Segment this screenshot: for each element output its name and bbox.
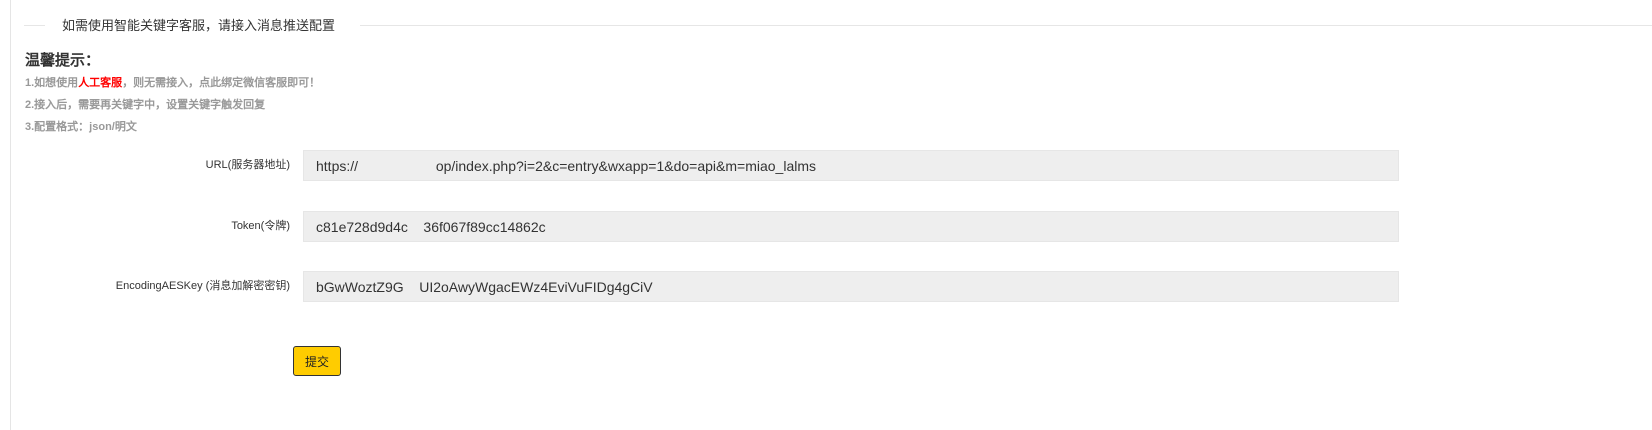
tip-line-3: 3.配置格式：json/明文 bbox=[25, 121, 137, 133]
url-label: URL(服务器地址) bbox=[205, 159, 290, 171]
legend-line-left bbox=[24, 25, 45, 26]
tip-line-2: 2.接入后，需要再关键字中，设置关键字触发回复 bbox=[25, 99, 266, 111]
left-border bbox=[10, 0, 11, 430]
legend-line-right bbox=[360, 25, 1652, 26]
tip-manual-service-highlight: 人工客服 bbox=[78, 77, 123, 89]
token-label: Token(令牌) bbox=[231, 220, 290, 232]
tip-line-1: 1.如想使用人工客服，则无需接入，点此绑定微信客服即可！ bbox=[25, 76, 320, 90]
url-input[interactable] bbox=[303, 150, 1399, 181]
submit-button[interactable]: 提交 bbox=[293, 346, 341, 376]
aeskey-input[interactable] bbox=[303, 271, 1399, 302]
tip-line-1-suffix[interactable]: ，则无需接入，点此绑定微信客服即可！ bbox=[122, 77, 320, 89]
section-legend-text: 如需使用智能关键字客服，请接入消息推送配置 bbox=[62, 18, 336, 33]
aeskey-label: EncodingAESKey (消息加解密密钥) bbox=[115, 280, 290, 292]
message-push-config-page: 如需使用智能关键字客服，请接入消息推送配置 温馨提示： 1.如想使用人工客服，则… bbox=[0, 0, 1652, 430]
tip-line-1-prefix: 1.如想使用 bbox=[25, 77, 79, 89]
token-input[interactable] bbox=[303, 211, 1399, 242]
tips-title: 温馨提示： bbox=[25, 52, 101, 69]
